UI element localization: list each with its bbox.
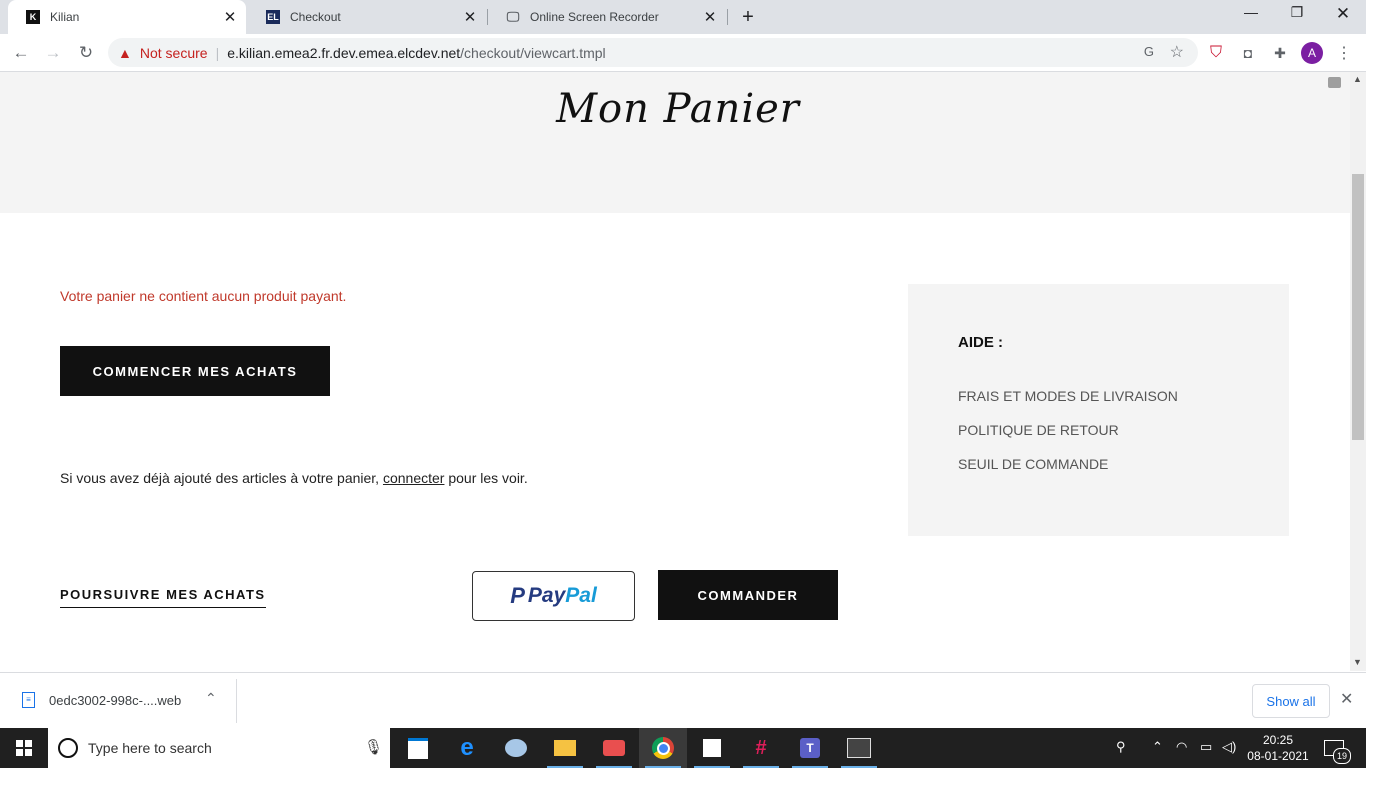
volume-icon[interactable]: ◁) [1222, 739, 1236, 755]
url-path: /checkout/viewcart.tmpl [460, 44, 606, 61]
paypal-pay-text: Pay [527, 584, 566, 607]
help-panel: AIDE : FRAIS ET MODES DE LIVRAISON POLIT… [908, 284, 1289, 536]
chevron-up-icon[interactable]: ⌃ [1152, 739, 1163, 755]
paypal-p-icon: P [510, 583, 525, 608]
continue-shopping-link[interactable]: POURSUIVRE MES ACHATS [60, 587, 266, 608]
not-secure-label[interactable]: Not secure [140, 45, 208, 61]
profile-avatar[interactable]: A [1301, 42, 1323, 64]
download-bar: ≡ 0edc3002-998c-....web ⌃ Show all ✕ [0, 672, 1366, 729]
help-heading: AIDE : [958, 334, 1003, 351]
close-icon[interactable]: ✕ [220, 8, 240, 26]
checkout-button[interactable]: COMMANDER [658, 570, 838, 620]
notification-count-badge: 19 [1333, 748, 1351, 764]
search-placeholder: Type here to search [88, 740, 212, 756]
paypal-pal-text: Pal [565, 584, 597, 607]
window-close-icon[interactable]: ✕ [1320, 4, 1366, 28]
browser-toolbar: ← → ↻ ▲ Not secure | e.kilian.emea2.fr.d… [0, 34, 1366, 72]
address-bar[interactable]: ▲ Not secure | e.kilian.emea2.fr.dev.eme… [108, 38, 1198, 67]
monitor-icon: 🖵 [506, 9, 520, 24]
help-link-returns[interactable]: POLITIQUE DE RETOUR [958, 422, 1119, 438]
tab-title: Kilian [50, 10, 80, 24]
hero-banner: Mon Panier [0, 72, 1350, 213]
file-icon: ≡ [22, 692, 35, 708]
reload-icon[interactable]: ↻ [73, 40, 99, 66]
mcafee-shield-icon[interactable]: ⛉ [1206, 43, 1226, 63]
new-tab-icon[interactable]: + [736, 6, 760, 28]
signin-text-before: Si vous avez déjà ajouté des articles à … [60, 470, 383, 486]
windows-taskbar: Type here to search 🎙 e # T ⚲ ⌃ ◠ ▭ ◁) 2… [0, 728, 1366, 768]
tab-kilian[interactable]: K Kilian ✕ [8, 0, 246, 34]
tab-title: Online Screen Recorder [530, 10, 659, 24]
signin-link[interactable]: connecter [383, 470, 444, 486]
menu-kebab-icon[interactable]: ⋮ [1334, 43, 1354, 63]
clock[interactable]: 20:25 08-01-2021 [1246, 732, 1310, 764]
start-shopping-button[interactable]: COMMENCER MES ACHATS [60, 346, 330, 396]
signin-prompt: Si vous avez déjà ajouté des articles à … [60, 470, 528, 486]
close-icon[interactable]: ✕ [700, 8, 720, 26]
url-host: e.kilian.emea2.fr.dev.emea.elcdev.net [227, 44, 461, 61]
photos-icon[interactable] [835, 728, 883, 768]
file-explorer-icon[interactable] [541, 728, 589, 768]
el-favicon-icon: EL [266, 10, 280, 24]
people-icon[interactable]: ⚲ [1116, 739, 1126, 755]
widget-toggle-icon[interactable] [1328, 77, 1341, 88]
bookmark-star-icon[interactable]: ☆ [1170, 42, 1184, 62]
teams-icon[interactable]: T [786, 728, 834, 768]
page-content: Mon Panier Votre panier ne contient aucu… [0, 72, 1350, 671]
sticky-notes-icon[interactable] [688, 728, 736, 768]
tab-strip: K Kilian ✕ EL Checkout ✕ 🖵 Online Screen… [0, 0, 1366, 34]
tab-title: Checkout [290, 10, 341, 24]
close-icon[interactable]: ✕ [1340, 689, 1353, 709]
show-all-button[interactable]: Show all [1252, 684, 1330, 718]
scroll-down-icon[interactable]: ▼ [1353, 657, 1362, 667]
page-title: Mon Panier [556, 86, 800, 132]
chevron-up-icon[interactable]: ⌃ [205, 690, 217, 707]
windows-start-icon[interactable] [0, 728, 48, 768]
taskbar-search-box[interactable]: Type here to search 🎙 [48, 728, 390, 768]
help-link-order-threshold[interactable]: SEUIL DE COMMANDE [958, 456, 1108, 472]
clock-date: 08-01-2021 [1247, 749, 1309, 763]
chrome-icon[interactable] [639, 728, 687, 768]
wifi-icon[interactable]: ◠ [1176, 739, 1187, 755]
back-icon[interactable]: ← [8, 40, 34, 66]
signin-text-after: pour les voir. [444, 470, 528, 486]
microphone-icon[interactable]: 🎙 [364, 738, 383, 756]
close-icon[interactable]: ✕ [460, 8, 480, 26]
scroll-up-icon[interactable]: ▲ [1353, 74, 1362, 84]
kilian-favicon-icon: K [26, 10, 40, 24]
store-icon[interactable] [394, 728, 442, 768]
minimize-icon[interactable]: — [1228, 4, 1274, 28]
translate-icon[interactable]: G [1144, 44, 1154, 59]
edge-icon[interactable]: e [443, 728, 491, 768]
page-scrollbar[interactable]: ▲ ▼ [1350, 72, 1366, 671]
divider [236, 679, 237, 723]
tab-checkout[interactable]: EL Checkout ✕ [248, 0, 486, 34]
warning-icon: ▲ [118, 44, 132, 61]
extensions-puzzle-icon[interactable]: ✚ [1270, 43, 1290, 63]
tab-screen-recorder[interactable]: 🖵 Online Screen Recorder ✕ [488, 0, 726, 34]
snipping-tool-icon[interactable] [590, 728, 638, 768]
search-icon [58, 738, 78, 758]
scrollbar-thumb[interactable] [1352, 174, 1364, 440]
restore-icon[interactable]: ❐ [1274, 4, 1320, 28]
clock-time: 20:25 [1262, 733, 1294, 747]
paint-icon[interactable] [492, 728, 540, 768]
forward-icon[interactable]: → [40, 40, 66, 66]
paypal-button[interactable]: P Pay Pal [472, 571, 635, 621]
slack-icon[interactable]: # [737, 728, 785, 768]
camera-icon[interactable]: ◘ [1238, 43, 1258, 63]
divider: | [215, 44, 220, 61]
download-filename[interactable]: 0edc3002-998c-....web [49, 693, 181, 708]
battery-icon[interactable]: ▭ [1200, 739, 1212, 755]
tab-separator [727, 9, 728, 25]
help-link-shipping[interactable]: FRAIS ET MODES DE LIVRAISON [958, 388, 1178, 404]
empty-cart-message: Votre panier ne contient aucun produit p… [60, 288, 347, 304]
